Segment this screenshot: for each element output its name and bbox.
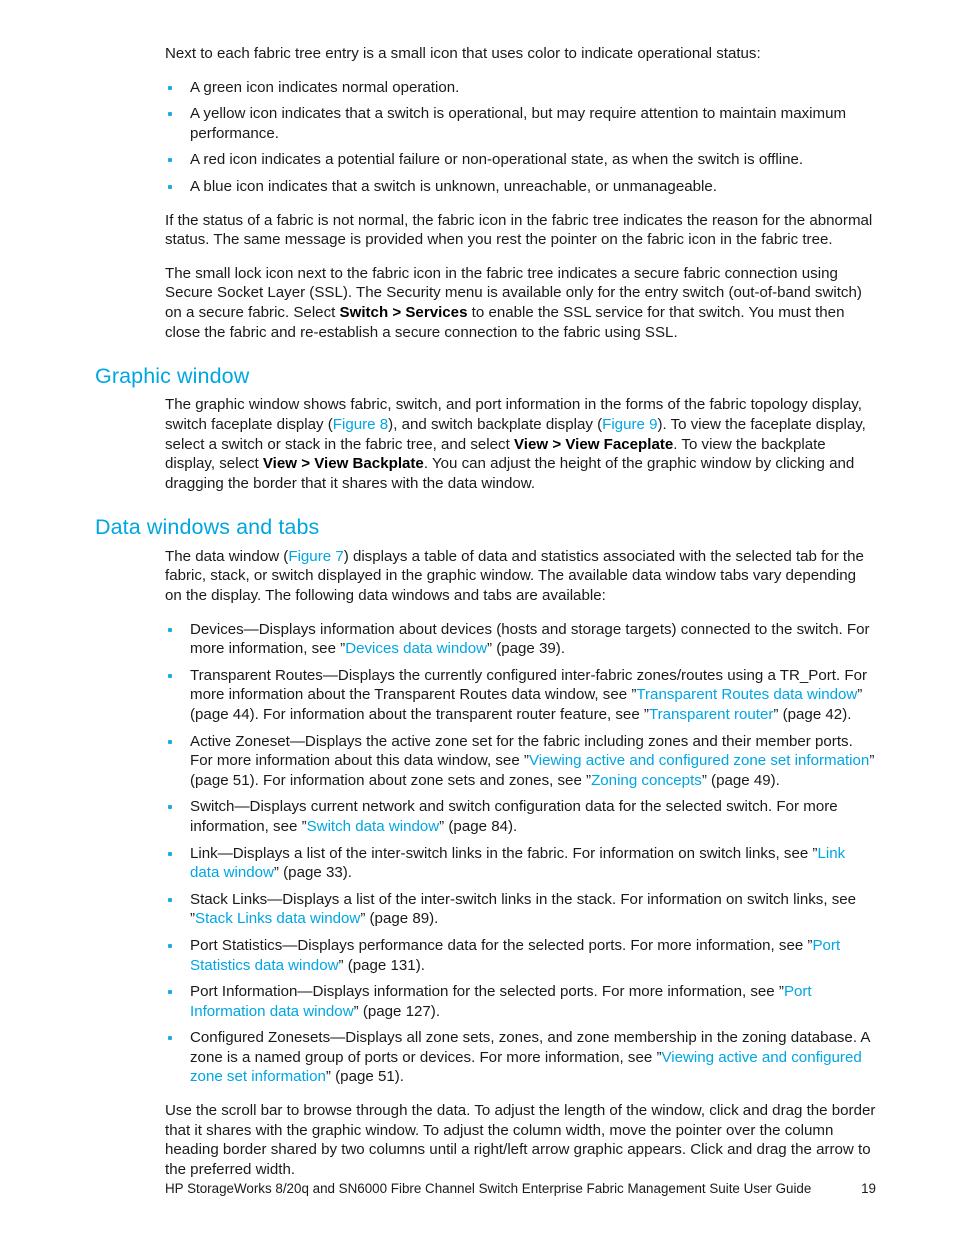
page-content: Next to each fabric tree entry is a smal… (95, 44, 877, 1179)
list-item: Link—Displays a list of the inter-switch… (165, 844, 877, 883)
link-stack-links-data-window[interactable]: Stack Links data window (195, 910, 360, 927)
dw-part1: The data window ( (165, 547, 289, 565)
tab-port-information-part2: ” (page 127). (353, 1002, 441, 1020)
tab-stack-links-part2: ” (page 89). (360, 910, 439, 928)
list-item-text: A yellow icon indicates that a switch is… (190, 105, 847, 142)
tab-port-statistics-part2: ” (page 131). (338, 956, 425, 974)
bullet-icon (168, 158, 172, 163)
section-heading-data-windows-and-tabs: Data windows and tabs (95, 515, 320, 540)
link-figure-7[interactable]: Figure 7 (288, 548, 343, 565)
bullet-icon (168, 897, 172, 902)
section-heading-graphic-window: Graphic window (95, 364, 250, 389)
intro-paragraph: Next to each fabric tree entry is a smal… (165, 45, 761, 62)
menu-path-switch-services: Switch > Services (339, 303, 468, 321)
list-item: A yellow icon indicates that a switch is… (165, 104, 877, 143)
list-item: Transparent Routes—Displays the currentl… (165, 666, 877, 725)
link-switch-data-window[interactable]: Switch data window (307, 818, 440, 835)
list-item-text: A red icon indicates a potential failure… (190, 151, 804, 169)
abnormal-status-paragraph: If the status of a fabric is not normal,… (165, 211, 873, 249)
link-figure-8[interactable]: Figure 8 (333, 416, 388, 433)
list-item: A green icon indicates normal operation. (165, 78, 877, 98)
bullet-icon (168, 85, 172, 90)
tab-devices-part2: ” (page 39). (487, 640, 566, 658)
link-transparent-routes-data-window[interactable]: Transparent Routes data window (636, 686, 857, 703)
data-windows-body: The data window (Figure 7) displays a ta… (165, 547, 877, 1180)
bullet-icon (168, 739, 172, 744)
page-number: 19 (861, 1181, 876, 1196)
graphic-window-body: The graphic window shows fabric, switch,… (165, 395, 877, 493)
link-viewing-active-and-configured-zone-set-information[interactable]: Viewing active and configured zone set i… (529, 752, 869, 769)
document-page: Next to each fabric tree entry is a smal… (0, 0, 954, 1235)
intro-block: Next to each fabric tree entry is a smal… (165, 44, 877, 342)
graphic-window-paragraph: The graphic window shows fabric, switch,… (165, 395, 877, 493)
list-item-text: A blue icon indicates that a switch is u… (190, 177, 717, 195)
tab-link-part2: ” (page 33). (273, 864, 352, 882)
tab-active-zoneset-part3: ” (page 49). (701, 771, 780, 789)
bullet-icon (168, 1036, 172, 1041)
tab-transparent-routes-part3: ” (page 42). (773, 705, 852, 723)
list-item: A blue icon indicates that a switch is u… (165, 177, 877, 197)
bullet-icon (168, 943, 172, 948)
section-heading-graphic-window-wrap: Graphic window (95, 364, 877, 389)
menu-path-view-backplate: View > View Backplate (262, 455, 424, 473)
data-windows-paragraph: The data window (Figure 7) displays a ta… (165, 547, 877, 606)
gw-part2: ), and switch backplate display ( (388, 416, 603, 434)
tab-configured-zonesets-part2: ” (page 51). (325, 1068, 404, 1086)
bullet-icon (168, 112, 172, 117)
list-item: Devices—Displays information about devic… (165, 620, 877, 659)
bullet-icon (168, 805, 172, 810)
link-transparent-router[interactable]: Transparent router (649, 706, 773, 723)
bullet-icon (168, 184, 172, 189)
bullet-icon (168, 627, 172, 632)
list-item: Stack Links—Displays a list of the inter… (165, 890, 877, 929)
list-item: Configured Zonesets—Displays all zone se… (165, 1028, 877, 1087)
menu-path-view-faceplate: View > View Faceplate (514, 435, 674, 453)
bullet-icon (168, 990, 172, 995)
bullet-icon (168, 851, 172, 856)
lock-icon-paragraph: The small lock icon next to the fabric i… (165, 264, 877, 342)
list-item: Port Information—Displays information fo… (165, 982, 877, 1021)
link-devices-data-window[interactable]: Devices data window (345, 640, 487, 657)
footer-title: HP StorageWorks 8/20q and SN6000 Fibre C… (165, 1181, 812, 1196)
bullet-icon (168, 673, 172, 678)
link-zoning-concepts[interactable]: Zoning concepts (591, 772, 702, 789)
tab-switch-part2: ” (page 84). (439, 817, 518, 835)
footer-row: HP StorageWorks 8/20q and SN6000 Fibre C… (165, 1180, 877, 1197)
link-figure-9[interactable]: Figure 9 (602, 416, 657, 433)
status-bullet-list: A green icon indicates normal operation.… (165, 78, 877, 197)
tab-port-information-part1: Port Information—Displays information fo… (190, 983, 784, 1001)
tab-link-part1: Link—Displays a list of the inter-switch… (190, 844, 818, 862)
tab-port-statistics-part1: Port Statistics—Displays performance dat… (190, 936, 813, 954)
section-heading-data-windows-wrap: Data windows and tabs (95, 515, 877, 540)
page-footer: HP StorageWorks 8/20q and SN6000 Fibre C… (165, 1180, 877, 1197)
list-item-text: A green icon indicates normal operation. (190, 78, 460, 96)
list-item: A red icon indicates a potential failure… (165, 150, 877, 170)
data-window-tabs-list: Devices—Displays information about devic… (165, 620, 877, 1087)
list-item: Switch—Displays current network and swit… (165, 797, 877, 836)
list-item: Port Statistics—Displays performance dat… (165, 936, 877, 975)
closing-paragraph: Use the scroll bar to browse through the… (165, 1102, 876, 1178)
list-item: Active Zoneset—Displays the active zone … (165, 732, 877, 791)
